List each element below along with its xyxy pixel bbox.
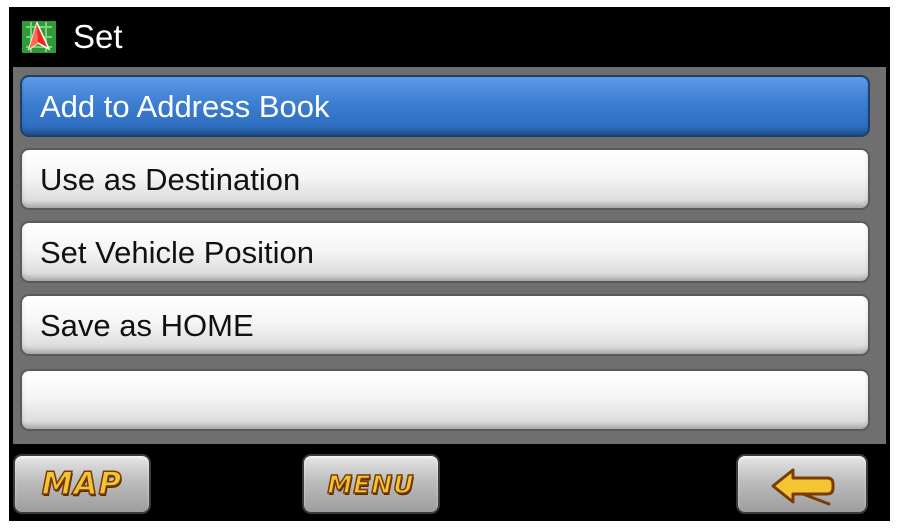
option-list: Add to Address Book Use as Destination S… [13,67,886,444]
map-button-label: MAP [41,465,123,503]
navigation-app-icon [22,21,56,53]
option-empty-slot[interactable] [20,369,870,431]
map-button[interactable]: MAP [13,454,151,514]
navigation-window: Set Add to Address Book Use as Destinati… [9,7,890,521]
option-label: Add to Address Book [40,89,330,124]
option-add-to-address-book[interactable]: Add to Address Book [20,75,870,137]
option-label: Set Vehicle Position [40,235,315,270]
bottom-toolbar: MAP MENU [9,444,890,521]
option-use-as-destination[interactable]: Use as Destination [20,148,870,210]
option-save-as-home[interactable]: Save as HOME [20,294,870,356]
option-set-vehicle-position[interactable]: Set Vehicle Position [20,221,870,283]
page-title: Set [73,18,123,55]
option-label: Use as Destination [40,162,301,197]
back-arrow-icon [771,468,835,506]
menu-button-label: MENU [327,469,415,500]
menu-button[interactable]: MENU [302,454,440,514]
back-button[interactable] [736,454,868,514]
title-bar: Set [9,7,890,67]
option-label: Save as HOME [40,308,254,343]
